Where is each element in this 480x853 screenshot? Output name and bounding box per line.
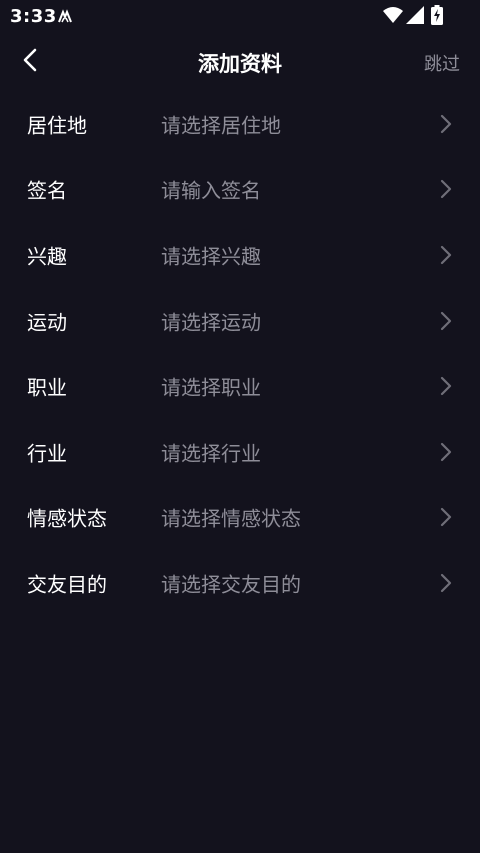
row-placeholder: 请输入签名 (161, 178, 261, 203)
row-placeholder: 请选择居住地 (161, 113, 281, 138)
form-row-signature[interactable]: 签名 请输入签名 (0, 157, 480, 223)
cell-signal-icon (406, 6, 424, 24)
status-bar: 3:33 (0, 0, 480, 34)
page-title: 添加资料 (198, 52, 282, 76)
row-label: 兴趣 (27, 244, 67, 269)
row-placeholder: 请选择运动 (161, 310, 261, 335)
wifi-icon (383, 7, 403, 23)
row-label: 运动 (27, 310, 67, 335)
battery-charging-icon (431, 5, 443, 25)
form-row-sports[interactable]: 运动 请选择运动 (0, 288, 480, 354)
row-label: 职业 (27, 375, 67, 400)
chevron-right-icon (440, 377, 452, 396)
row-label: 居住地 (27, 113, 87, 138)
chevron-right-icon (440, 245, 452, 265)
chevron-right-icon (440, 508, 452, 527)
row-placeholder: 请选择兴趣 (161, 244, 261, 269)
form-row-occupation[interactable]: 职业 请选择职业 (0, 353, 480, 419)
row-placeholder: 请选择交友目的 (161, 572, 301, 597)
row-label: 签名 (27, 178, 67, 203)
profile-form-list: 居住地 请选择居住地 签名 请输入签名 兴趣 请选择兴趣 运动 请选择运动 职业… (0, 91, 480, 616)
notification-app-icon (58, 9, 72, 23)
form-row-relationship-status[interactable]: 情感状态 请选择情感状态 (0, 485, 480, 551)
chevron-right-icon (440, 573, 452, 593)
form-row-residence[interactable]: 居住地 请选择居住地 (0, 91, 480, 157)
form-row-interests[interactable]: 兴趣 请选择兴趣 (0, 222, 480, 288)
row-placeholder: 请选择职业 (161, 375, 261, 400)
row-label: 行业 (27, 441, 67, 466)
row-label: 情感状态 (27, 506, 107, 531)
chevron-right-icon (440, 180, 452, 199)
chevron-right-icon (440, 442, 452, 461)
row-placeholder: 请选择情感状态 (161, 506, 301, 531)
chevron-right-icon (440, 311, 452, 330)
row-placeholder: 请选择行业 (161, 441, 261, 466)
nav-bar: 添加资料 跳过 (0, 34, 480, 90)
row-label: 交友目的 (27, 572, 107, 597)
chevron-right-icon (440, 114, 452, 133)
form-row-dating-purpose[interactable]: 交友目的 请选择交友目的 (0, 550, 480, 616)
form-row-industry[interactable]: 行业 请选择行业 (0, 419, 480, 485)
status-time: 3:33 (10, 6, 57, 27)
skip-button[interactable]: 跳过 (424, 50, 460, 76)
